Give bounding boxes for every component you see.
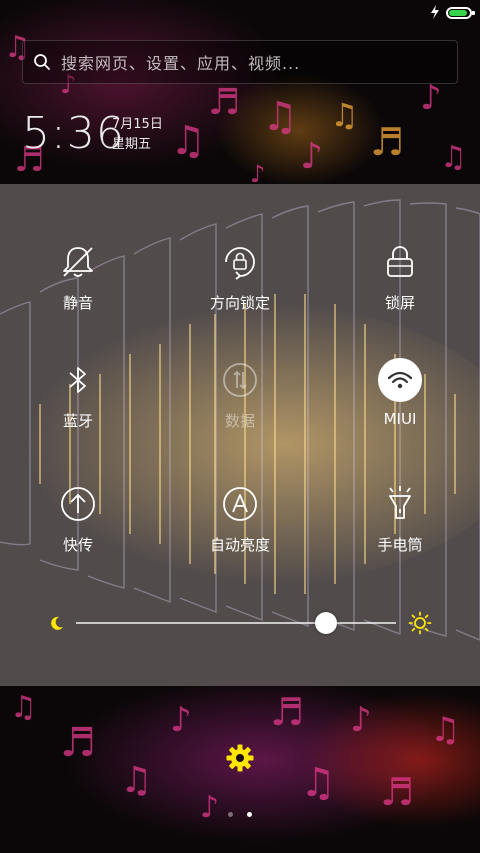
date-label: 7月15日 [112, 117, 163, 132]
battery-fill [449, 10, 467, 16]
status-bar [0, 0, 480, 26]
bluetooth-icon [69, 367, 86, 393]
tile-mobile-data-label: 数据 [224, 412, 255, 430]
tile-wifi[interactable]: MIUI [340, 358, 460, 428]
music-note-icon: ♫ [262, 94, 298, 140]
music-note-icon: ♫ [430, 710, 461, 750]
battery-icon [446, 7, 475, 19]
battery-tip [472, 11, 475, 15]
music-note-icon: ♫ [120, 760, 153, 801]
clock-time: 5:36 [22, 108, 125, 159]
bell-muted-icon [63, 247, 93, 277]
page-dot-active [247, 811, 252, 817]
page-indicator [228, 810, 252, 818]
sun-icon [408, 611, 432, 635]
tile-quick-share[interactable]: 快传 [18, 482, 138, 555]
page-dot [228, 811, 233, 817]
lock-icon [387, 246, 413, 277]
search-bar[interactable]: 搜索网页、设置、应用、视频... [22, 40, 458, 84]
weekday-label: 星期五 [112, 137, 152, 152]
music-note-icon: ♪ [300, 136, 323, 177]
tile-mute-label: 静音 [62, 294, 93, 312]
music-note-icon: ♬ [60, 720, 96, 766]
tile-flashlight[interactable]: 手电筒 [340, 482, 460, 555]
music-note-icon: ♬ [370, 120, 405, 164]
tile-quick-share-label: 快传 [62, 536, 93, 554]
tile-lock-screen[interactable]: 锁屏 [340, 240, 460, 313]
tile-rotation-lock[interactable]: 方向锁定 [180, 240, 300, 313]
tile-bluetooth[interactable]: 蓝牙 [18, 358, 138, 431]
music-note-icon: ♪ [420, 78, 442, 118]
tile-auto-brightness[interactable]: 自动亮度 [180, 482, 300, 555]
music-note-icon: ♪ [170, 700, 192, 740]
quick-settings-panel: 静音 方向锁定 锁屏 蓝牙 数据 MIUI 快传 自动亮度 手电筒 [0, 184, 480, 686]
music-note-icon: ♪ [200, 790, 220, 825]
tile-mute[interactable]: 静音 [18, 240, 138, 313]
wifi-active-indicator [378, 358, 422, 402]
brightness-slider[interactable] [48, 608, 432, 638]
music-note-icon: ♬ [270, 690, 305, 734]
music-note-icon: ♬ [380, 770, 415, 814]
music-note-icon: ♫ [10, 690, 37, 725]
tile-wifi-label: MIUI [383, 410, 417, 428]
share-upload-icon [61, 487, 95, 521]
music-note-icon: ♫ [170, 118, 206, 164]
auto-brightness-icon [223, 487, 257, 521]
music-note-icon: ♫ [330, 96, 359, 134]
search-icon [34, 54, 50, 70]
tile-flashlight-label: 手电筒 [377, 536, 423, 554]
rotation-lock-icon [225, 247, 255, 280]
gear-icon[interactable] [226, 744, 254, 772]
tile-rotation-lock-label: 方向锁定 [209, 294, 270, 312]
music-note-icon: ♪ [350, 700, 372, 740]
tile-bluetooth-label: 蓝牙 [62, 412, 93, 430]
moon-icon [51, 616, 63, 630]
mobile-data-icon [223, 363, 257, 397]
flashlight-icon [389, 486, 411, 519]
music-note-icon: ♫ [300, 760, 336, 806]
brightness-track[interactable] [76, 622, 396, 624]
wifi-icon [387, 371, 413, 389]
tile-lock-screen-label: 锁屏 [384, 294, 415, 312]
brightness-thumb[interactable] [314, 612, 337, 634]
music-note-icon: ♫ [440, 140, 467, 175]
search-placeholder: 搜索网页、设置、应用、视频... [61, 54, 301, 73]
tile-auto-brightness-label: 自动亮度 [209, 536, 270, 554]
tile-mobile-data[interactable]: 数据 [180, 358, 300, 431]
charging-bolt-icon [431, 5, 439, 19]
clock-date: 7月15日 星期五 [112, 115, 163, 155]
music-note-icon: ♬ [208, 82, 241, 123]
